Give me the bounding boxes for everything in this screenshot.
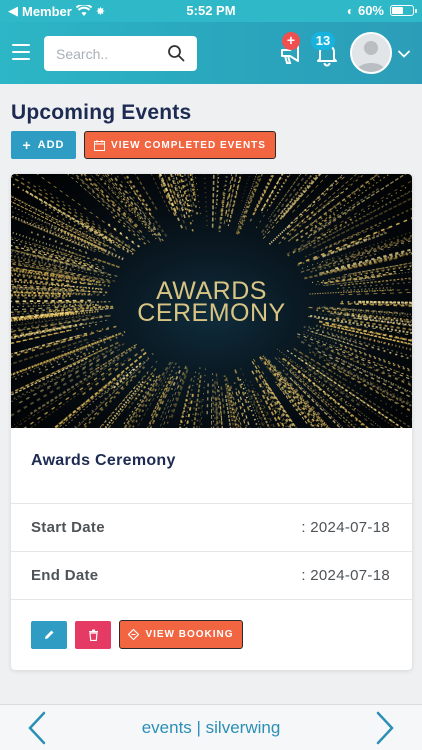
sparkle-streak — [211, 373, 215, 428]
sparkle-streak — [237, 390, 251, 428]
completed-label: VIEW COMPLETED EVENTS — [111, 139, 266, 151]
sparkle-streak — [226, 174, 238, 222]
sparkle-streak — [120, 195, 156, 236]
sparkle-streak — [286, 180, 412, 255]
sparkle-streak — [93, 257, 120, 269]
sparkle-streak — [170, 369, 189, 418]
sparkle-streak — [318, 362, 412, 421]
sparkle-streak — [211, 397, 213, 428]
view-booking-button[interactable]: VIEW BOOKING — [119, 620, 243, 649]
sparkle-streak — [254, 174, 273, 210]
battery-fill — [392, 7, 404, 14]
calendar-icon — [94, 139, 106, 151]
sparkle-streak — [30, 357, 130, 428]
sparkle-streak — [174, 174, 188, 215]
pencil-icon — [45, 630, 54, 639]
sparkle-streak — [203, 174, 208, 227]
event-card: AWARDS CEREMONY Awards Ceremony Start Da… — [11, 174, 412, 670]
search-icon[interactable] — [167, 44, 185, 62]
sparkle-streak — [211, 174, 215, 228]
add-event-button[interactable]: + ADD — [11, 131, 76, 159]
sparkle-streak — [74, 174, 151, 244]
sparkle-streak — [295, 213, 336, 242]
search-input[interactable] — [44, 36, 159, 71]
forward-arrow-icon[interactable] — [374, 711, 396, 745]
banner-title-line2: CEREMONY — [137, 299, 286, 327]
sparkle-streak — [262, 355, 331, 428]
sparkle-streak — [11, 329, 72, 344]
bottom-bar-title: events | silverwing — [141, 718, 281, 737]
divider — [11, 599, 412, 600]
sparkle-streak — [214, 174, 219, 220]
sparkle-streak — [234, 369, 251, 413]
sparkle-streak — [289, 174, 358, 233]
avatar[interactable] — [350, 32, 392, 74]
sparkle-streak — [159, 399, 170, 420]
plus-icon: + — [22, 137, 32, 153]
battery-icon — [390, 5, 417, 16]
sparkle-streak — [80, 375, 134, 428]
event-name: Awards Ceremony — [31, 452, 176, 469]
start-date-value: : 2024-07-18 — [301, 519, 390, 536]
bottom-navigation-bar: events | silverwing — [0, 704, 422, 750]
add-label: ADD — [37, 139, 65, 151]
sparkle-streak — [21, 221, 81, 246]
rotation-lock-icon: ◐ — [346, 3, 354, 18]
sparkle-streak — [206, 383, 209, 417]
sparkle-streak — [194, 174, 201, 215]
status-bar: ◀ Member ✸ 5:52 PM ◐ 60% — [0, 0, 422, 22]
start-date-label: Start Date — [31, 519, 105, 536]
sparkle-streak — [56, 372, 124, 428]
sparkle-streak — [319, 250, 412, 275]
trash-icon — [88, 629, 98, 641]
battery-percent: 60% — [357, 3, 384, 18]
sparkle-streak — [11, 332, 87, 355]
megaphone-badge: + — [282, 32, 300, 50]
sparkle-streak — [325, 207, 412, 249]
sparkle-streak — [106, 174, 138, 211]
menu-icon[interactable] — [12, 44, 30, 60]
delete-event-button[interactable] — [75, 621, 111, 649]
end-date-value: : 2024-07-18 — [301, 567, 390, 584]
sparkle-streak — [14, 174, 119, 241]
sparkle-streak — [107, 368, 157, 428]
sparkle-streak — [11, 325, 77, 339]
end-date-label: End Date — [31, 567, 99, 584]
view-completed-events-button[interactable]: VIEW COMPLETED EVENTS — [84, 131, 276, 159]
divider — [11, 503, 412, 504]
sparkle-streak — [267, 174, 302, 220]
bell-badge: 13 — [311, 32, 335, 50]
sparkle-streak — [279, 174, 321, 220]
sparkle-streak — [160, 182, 176, 216]
sparkle-streak — [215, 174, 220, 206]
sparkle-streak — [220, 386, 226, 417]
booking-label: VIEW BOOKING — [145, 629, 234, 640]
sparkle-streak — [262, 174, 283, 208]
sparkle-streak — [157, 174, 172, 205]
sparkle-streak — [101, 174, 162, 242]
user-silhouette-icon — [352, 34, 390, 72]
event-banner-image: AWARDS CEREMONY — [11, 174, 412, 428]
sparkle-streak — [267, 393, 290, 428]
sparkle-streak — [108, 233, 135, 251]
sparkle-streak — [255, 174, 292, 229]
sparkle-streak — [196, 367, 201, 387]
search-box — [44, 36, 197, 71]
ticket-icon — [128, 629, 140, 640]
page-title: Upcoming Events — [11, 101, 192, 124]
divider — [11, 551, 412, 552]
sparkle-streak — [150, 174, 170, 212]
app-header: + 13 — [0, 22, 422, 84]
sparkle-streak — [150, 376, 172, 417]
edit-event-button[interactable] — [31, 621, 67, 649]
chevron-down-icon[interactable] — [398, 48, 410, 60]
